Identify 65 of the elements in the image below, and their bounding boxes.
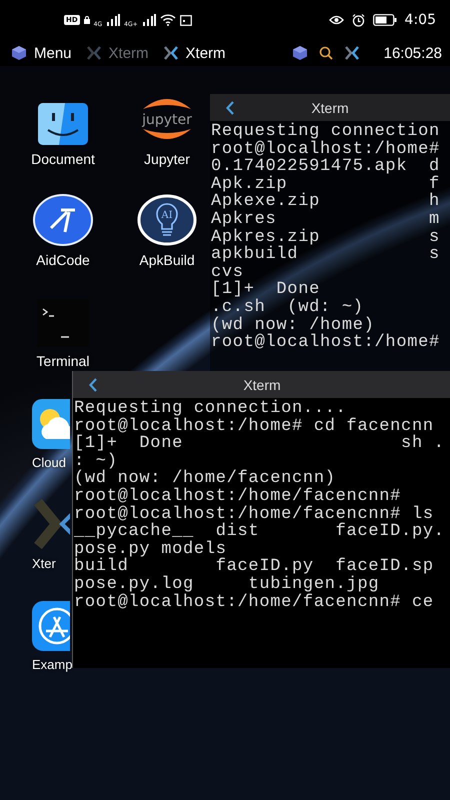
back-icon[interactable] bbox=[226, 101, 234, 115]
icon-label[interactable]: Cloud bbox=[32, 455, 66, 470]
terminal-line: root@localhost:/home/facencnn# ls bbox=[74, 506, 434, 524]
x-logo-icon[interactable] bbox=[32, 498, 70, 550]
eye-icon bbox=[328, 14, 344, 26]
terminal-line: (wd now: /home/facencnn) bbox=[74, 470, 336, 488]
terminal-line: Apk.zip f bbox=[211, 176, 441, 194]
terminal-line: root@localhost:/home/facencnn# ce bbox=[74, 594, 435, 612]
menu-button[interactable]: Menu bbox=[8, 44, 75, 62]
clock: 16:05:28 bbox=[384, 44, 442, 62]
terminal-line: root@localhost:/home/facencnn# bbox=[74, 488, 402, 506]
terminal-line: 0.174022591475.apk d bbox=[211, 158, 441, 176]
terminal-line: build faceID.py faceID.sp bbox=[74, 558, 435, 576]
alarm-icon bbox=[352, 14, 365, 26]
window-tab[interactable]: Xterm bbox=[160, 44, 229, 62]
window-title: Xterm bbox=[311, 100, 349, 116]
icon-label[interactable]: Jupyter bbox=[144, 151, 190, 167]
icon-label[interactable]: Examp bbox=[32, 657, 72, 672]
window-tab[interactable]: Xterm bbox=[82, 44, 152, 62]
app-store-icon[interactable] bbox=[32, 601, 70, 651]
terminal-line: Requesting connection bbox=[211, 123, 441, 141]
logo-text: AI bbox=[161, 210, 173, 221]
x-logo-icon bbox=[86, 45, 102, 61]
back-icon[interactable] bbox=[89, 378, 97, 392]
cube-icon[interactable] bbox=[292, 45, 308, 61]
terminal-line: cvs bbox=[211, 264, 244, 282]
terminal-line: .c.sh (wd: ~) bbox=[211, 298, 364, 317]
icon-label[interactable]: ApkBuild bbox=[139, 252, 195, 268]
terminal-line: [1]+ Done bbox=[211, 281, 320, 299]
signal-icon bbox=[142, 14, 156, 26]
x-logo-icon[interactable] bbox=[344, 45, 360, 61]
terminal-line: root@localhost:/home# bbox=[211, 140, 441, 158]
icon-label[interactable]: Terminal bbox=[36, 353, 90, 369]
search-icon[interactable] bbox=[318, 45, 334, 61]
icon-label[interactable]: AidCode bbox=[36, 252, 90, 268]
terminal-line: root@localhost:/home# bbox=[211, 334, 441, 352]
terminal-line: pose.py.log tubingen.jpg bbox=[74, 576, 380, 594]
icon-label[interactable]: Xter bbox=[32, 556, 56, 571]
terminal-line: [1]+ Done sh . bbox=[74, 435, 446, 453]
terminal-line: Requesting connection.... bbox=[74, 400, 348, 418]
sun-cloud-icon[interactable] bbox=[32, 399, 70, 449]
terminal-line: Apkres.zip s bbox=[211, 228, 441, 246]
terminal-line: (wd now: /home) bbox=[211, 316, 375, 334]
hammer-icon[interactable] bbox=[33, 194, 93, 246]
terminal-line: apkbuild s bbox=[211, 246, 441, 264]
icon-label[interactable]: Document bbox=[31, 151, 95, 167]
round-badge-icon[interactable]: AI bbox=[137, 194, 197, 246]
cube-icon bbox=[11, 45, 27, 61]
status-time: 4:05 bbox=[404, 12, 436, 28]
wifi-icon bbox=[160, 14, 176, 26]
terminal-line: root@localhost:/home# cd facencnn bbox=[74, 418, 435, 436]
screen-icon bbox=[180, 14, 192, 26]
terminal-line: : ~) bbox=[74, 452, 119, 470]
battery-icon bbox=[372, 14, 397, 26]
lock-icon bbox=[84, 16, 90, 24]
x-logo-icon bbox=[162, 45, 179, 61]
terminal-line: pose.py models bbox=[74, 540, 227, 558]
window-title: Xterm bbox=[243, 376, 281, 392]
lightbulb-icon bbox=[156, 203, 178, 236]
terminal-line: __pycache__ dist faceID.py. bbox=[74, 523, 446, 541]
terminal-line: Apkexe.zip h bbox=[211, 193, 441, 211]
signal-icon bbox=[106, 14, 120, 26]
terminal-line: Apkres m bbox=[211, 210, 441, 229]
smiling-face-icon[interactable] bbox=[38, 103, 88, 145]
logo-text: jupyter bbox=[142, 112, 192, 128]
